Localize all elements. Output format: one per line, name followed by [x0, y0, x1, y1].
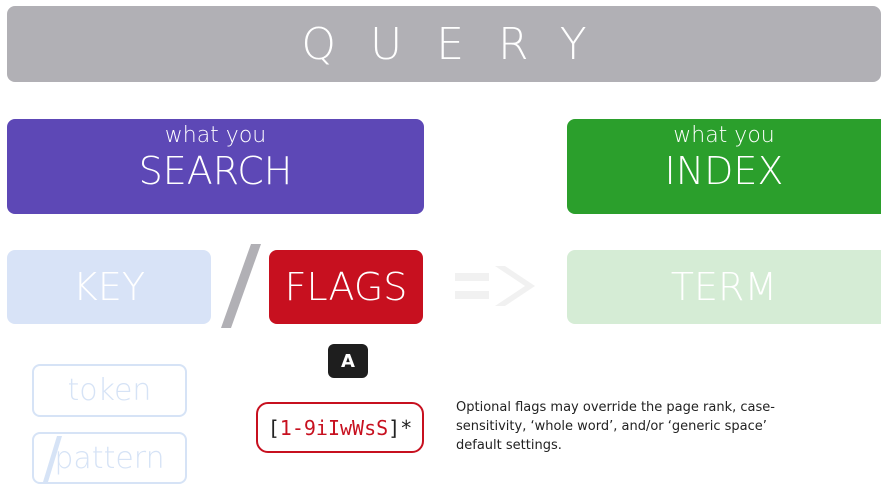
token-tag: token	[32, 364, 187, 417]
query-banner: QUERY	[7, 6, 881, 82]
flags-regex: [1-9iIwWsS]*	[256, 402, 424, 453]
regex-flag-chars: 1-9iIwWsS	[279, 415, 389, 440]
flags-tile: FLAGS	[269, 250, 423, 324]
regex-close: ]*	[388, 415, 413, 440]
pattern-slash-icon	[43, 436, 62, 482]
term-tile: TERM	[567, 250, 881, 324]
index-box: what you INDEX	[567, 119, 881, 214]
regex-open: [	[267, 415, 280, 440]
slash-icon	[221, 244, 261, 328]
banner-title: QUERY	[301, 18, 621, 70]
search-box-title: SEARCH	[138, 149, 293, 193]
flags-note: Optional flags may override the page ran…	[456, 400, 775, 453]
key-tile: KEY	[7, 250, 211, 324]
double-arrow-icon	[455, 266, 535, 306]
annotation-badge: A	[328, 344, 368, 378]
search-box-subtitle: what you	[164, 123, 267, 148]
index-box-title: INDEX	[664, 149, 784, 193]
index-box-subtitle: what you	[673, 123, 775, 148]
search-box: what you SEARCH	[7, 119, 424, 214]
